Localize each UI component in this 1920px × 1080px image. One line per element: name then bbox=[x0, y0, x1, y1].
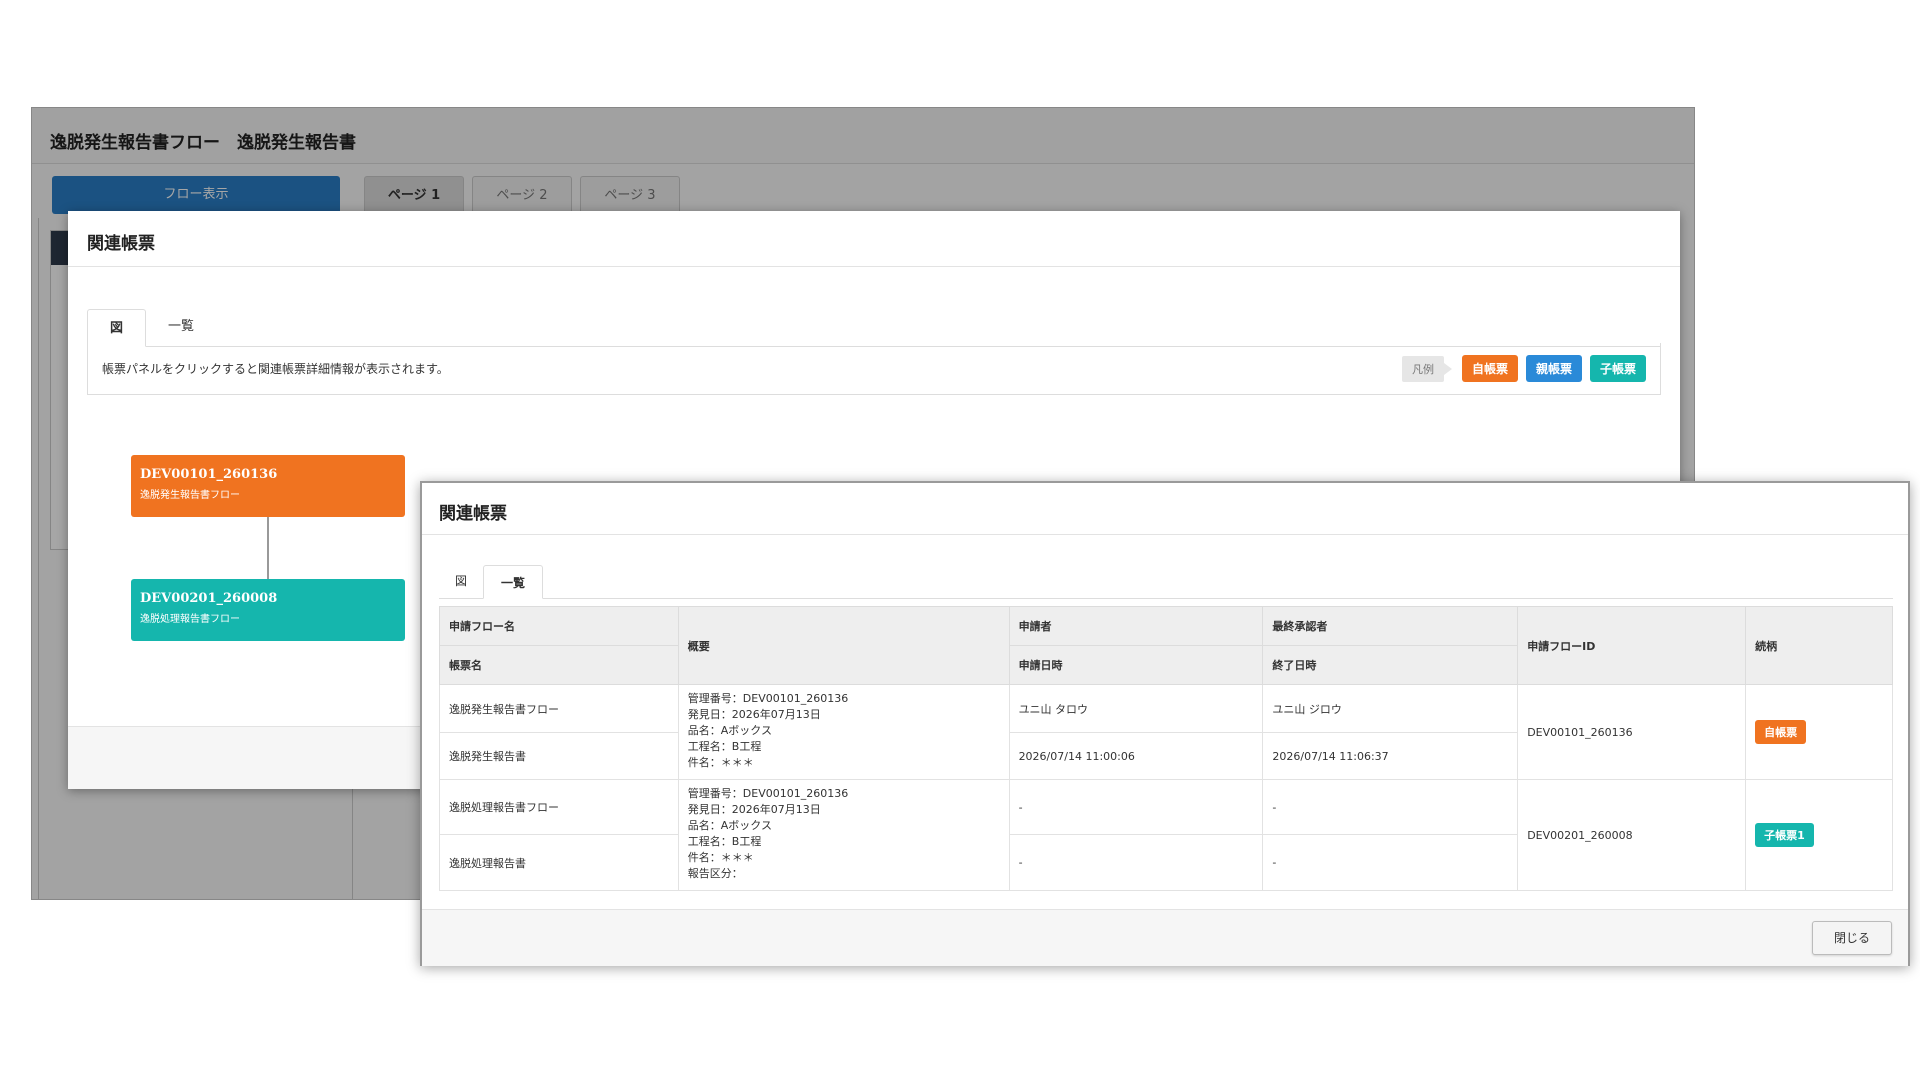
summary-line: 工程名：B工程 bbox=[687, 740, 762, 753]
column-header-final-approver: 最終承認者 bbox=[1262, 606, 1519, 646]
flow-node-name: 逸脱処理報告書フロー bbox=[140, 614, 240, 625]
legend-self-badge: 自帳票 bbox=[1461, 355, 1518, 382]
summary-cell: 管理番号：DEV00101_260136 発見日：2026年07月13日 品名：… bbox=[677, 779, 1010, 891]
summary-line: 件名：＊＊＊ bbox=[687, 756, 754, 769]
summary-line: 管理番号：DEV00101_260136 bbox=[687, 692, 849, 705]
dialog-tabs: 図 一覧 bbox=[87, 297, 1661, 347]
relation-cell: 自帳票 bbox=[1745, 684, 1893, 780]
flow-node-id: DEV00201_260008 bbox=[140, 591, 278, 606]
flow-id-cell: DEV00101_260136 bbox=[1517, 684, 1747, 780]
flow-node-id: DEV00101_260136 bbox=[140, 467, 278, 482]
flow-name-cell: 逸脱発生報告書フロー bbox=[439, 684, 679, 733]
finished-at-cell: - bbox=[1262, 834, 1519, 891]
summary-line: 発見日：2026年07月13日 bbox=[687, 708, 821, 721]
legend-label: 凡例 bbox=[1401, 355, 1452, 382]
flow-id-cell: DEV00201_260008 bbox=[1517, 779, 1747, 891]
relation-badge: 自帳票 bbox=[1755, 720, 1807, 744]
legend-child-badge: 子帳票 bbox=[1589, 355, 1646, 382]
column-header-flow-id: 申請フローID bbox=[1517, 606, 1747, 685]
final-approver-cell: - bbox=[1262, 779, 1519, 835]
relation-badge: 子帳票1 bbox=[1755, 823, 1814, 847]
summary-line: 品名：Aボックス bbox=[687, 724, 772, 737]
column-header-summary: 概要 bbox=[677, 606, 1010, 685]
table-row[interactable]: 逸脱処理報告書フロー 管理番号：DEV00101_260136 発見日：2026… bbox=[439, 779, 1893, 891]
column-header-applied-at: 申請日時 bbox=[1008, 645, 1264, 685]
summary-line: 件名：＊＊＊ bbox=[687, 851, 754, 864]
applicant-cell: ユニ山 タロウ bbox=[1008, 684, 1264, 733]
info-message: 帳票パネルをクリックすると関連帳票詳細情報が表示されます。 bbox=[102, 362, 449, 376]
flow-connector bbox=[267, 517, 269, 579]
form-name-cell: 逸脱発生報告書 bbox=[439, 732, 679, 780]
summary-line: 品名：Aボックス bbox=[687, 819, 772, 832]
column-header-flow-name: 申請フロー名 bbox=[439, 606, 679, 646]
dialog-footer: 閉じる bbox=[422, 909, 1908, 966]
final-approver-cell: ユニ山 ジロウ bbox=[1262, 684, 1519, 733]
finished-at-cell: 2026/07/14 11:06:37 bbox=[1262, 732, 1519, 780]
column-header-applicant: 申請者 bbox=[1008, 606, 1264, 646]
column-header-form-name: 帳票名 bbox=[439, 645, 679, 685]
flow-node-self[interactable]: DEV00101_260136 逸脱発生報告書フロー bbox=[131, 455, 405, 517]
related-forms-table: 申請フロー名 概要 申請者 最終承認者 申請フローID 続柄 帳票名 申請日時 … bbox=[439, 606, 1893, 891]
close-button[interactable]: 閉じる bbox=[1812, 921, 1892, 955]
flow-name-cell: 逸脱処理報告書フロー bbox=[439, 779, 679, 835]
dialog-tabs: 図 一覧 bbox=[439, 561, 1893, 599]
applied-at-cell: - bbox=[1008, 834, 1264, 891]
relation-cell: 子帳票1 bbox=[1745, 779, 1893, 891]
related-forms-list-dialog: 関連帳票 図 一覧 申請フロー名 概要 申請者 最終承認者 申請フローID 続柄… bbox=[420, 481, 1910, 966]
applicant-cell: - bbox=[1008, 779, 1264, 835]
summary-line: 管理番号：DEV00101_260136 bbox=[687, 787, 849, 800]
dialog-title: 関連帳票 bbox=[422, 483, 1908, 535]
dialog-title: 関連帳票 bbox=[68, 211, 1680, 267]
summary-line: 報告区分： bbox=[687, 867, 743, 880]
form-name-cell: 逸脱処理報告書 bbox=[439, 834, 679, 891]
flow-node-name: 逸脱発生報告書フロー bbox=[140, 490, 240, 501]
column-header-finished-at: 終了日時 bbox=[1262, 645, 1519, 685]
tab-diagram[interactable]: 図 bbox=[87, 309, 147, 347]
summary-line: 工程名：B工程 bbox=[687, 835, 762, 848]
info-bar: 帳票パネルをクリックすると関連帳票詳細情報が表示されます。 凡例 自帳票 親帳票… bbox=[87, 343, 1661, 395]
tab-diagram[interactable]: 図 bbox=[439, 564, 483, 598]
legend-parent-badge: 親帳票 bbox=[1525, 355, 1582, 382]
summary-line: 発見日：2026年07月13日 bbox=[687, 803, 821, 816]
flow-node-child[interactable]: DEV00201_260008 逸脱処理報告書フロー bbox=[131, 579, 405, 641]
tab-list[interactable]: 一覧 bbox=[483, 565, 544, 599]
summary-cell: 管理番号：DEV00101_260136 発見日：2026年07月13日 品名：… bbox=[677, 684, 1010, 780]
column-header-relation: 続柄 bbox=[1745, 606, 1893, 685]
tab-list[interactable]: 一覧 bbox=[146, 308, 216, 346]
applied-at-cell: 2026/07/14 11:00:06 bbox=[1008, 732, 1264, 780]
table-row[interactable]: 逸脱発生報告書フロー 管理番号：DEV00101_260136 発見日：2026… bbox=[439, 684, 1893, 780]
